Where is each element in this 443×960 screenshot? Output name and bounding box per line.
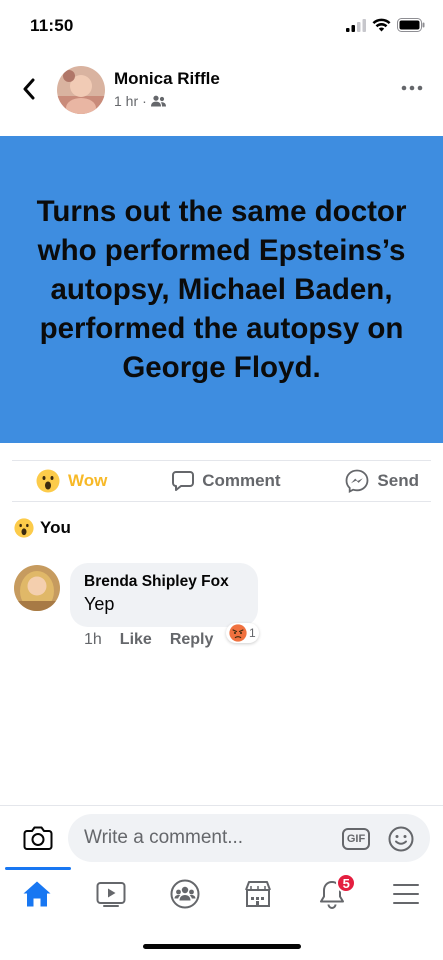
comment-button[interactable]: Comment bbox=[172, 470, 281, 492]
tab-menu[interactable] bbox=[376, 868, 436, 920]
wow-emoji-icon bbox=[14, 518, 34, 538]
wow-emoji-icon bbox=[36, 469, 60, 493]
comment-actions: 1h Like Reply bbox=[84, 631, 213, 649]
meta-separator: · bbox=[142, 93, 147, 109]
comment-icon bbox=[172, 471, 195, 491]
tab-marketplace[interactable] bbox=[228, 868, 288, 920]
more-dots-icon bbox=[401, 85, 423, 91]
comment-like-button[interactable]: Like bbox=[120, 631, 152, 649]
emoji-button[interactable] bbox=[387, 825, 415, 853]
post-meta: 1 hr · bbox=[114, 93, 166, 109]
notifications-badge: 5 bbox=[336, 873, 357, 893]
bottom-tab-bar: 5 bbox=[0, 867, 443, 920]
comment-bubble[interactable]: Brenda Shipley Fox Yep bbox=[70, 563, 258, 627]
send-button[interactable]: Send bbox=[345, 469, 419, 493]
comment-composer: GIF bbox=[0, 805, 443, 869]
tab-notifications[interactable]: 5 bbox=[302, 868, 362, 920]
post-text: Turns out the same doctor who performed … bbox=[36, 195, 407, 384]
emoji-smile-icon bbox=[388, 826, 414, 852]
camera-button[interactable] bbox=[22, 823, 54, 853]
back-button[interactable] bbox=[14, 74, 44, 104]
tab-home[interactable] bbox=[4, 867, 71, 920]
send-label: Send bbox=[377, 471, 419, 490]
comment-label: Comment bbox=[202, 471, 281, 490]
post-time[interactable]: 1 hr bbox=[114, 93, 138, 109]
comment-item: Brenda Shipley Fox Yep 1h Like Reply 1 bbox=[14, 563, 434, 655]
friends-audience-icon bbox=[150, 95, 166, 107]
cellular-signal-icon bbox=[346, 18, 366, 32]
post-banner: Turns out the same doctor who performed … bbox=[0, 136, 443, 443]
comment-time: 1h bbox=[84, 631, 102, 648]
menu-icon bbox=[393, 884, 420, 904]
groups-icon bbox=[170, 879, 200, 909]
home-indicator bbox=[143, 944, 301, 949]
home-icon bbox=[23, 881, 51, 907]
marketplace-icon bbox=[245, 881, 272, 907]
angry-emoji-icon bbox=[229, 624, 247, 642]
reactions-summary-label: You bbox=[40, 518, 71, 537]
battery-icon bbox=[397, 18, 425, 32]
watch-icon bbox=[96, 882, 126, 907]
wow-reaction-button[interactable]: Wow bbox=[36, 469, 107, 493]
status-bar: 11:50 bbox=[0, 0, 443, 50]
status-time: 11:50 bbox=[30, 16, 74, 35]
author-name[interactable]: Monica Riffle bbox=[114, 69, 220, 89]
comment-reaction-badge[interactable]: 1 bbox=[226, 623, 259, 643]
status-icons bbox=[346, 18, 425, 32]
comment-input[interactable] bbox=[68, 814, 430, 862]
comment-reply-button[interactable]: Reply bbox=[170, 631, 214, 649]
comment-author[interactable]: Brenda Shipley Fox bbox=[84, 573, 244, 591]
chevron-left-icon bbox=[23, 78, 35, 100]
wifi-icon bbox=[372, 18, 391, 32]
wow-label: Wow bbox=[68, 471, 108, 490]
comment-reaction-count: 1 bbox=[249, 626, 256, 640]
post-header: Monica Riffle 1 hr · bbox=[0, 62, 443, 118]
reactions-summary[interactable]: You bbox=[14, 518, 71, 538]
tab-watch[interactable] bbox=[81, 868, 141, 920]
comment-text: Yep bbox=[84, 594, 115, 614]
post-action-bar: Wow Comment Send bbox=[12, 460, 431, 502]
commenter-avatar[interactable] bbox=[14, 565, 60, 611]
author-avatar[interactable] bbox=[57, 66, 105, 114]
messenger-icon bbox=[346, 469, 369, 493]
camera-icon bbox=[23, 826, 53, 850]
tab-groups[interactable] bbox=[155, 868, 215, 920]
more-options-button[interactable] bbox=[399, 78, 425, 98]
gif-button[interactable]: GIF bbox=[342, 828, 370, 850]
